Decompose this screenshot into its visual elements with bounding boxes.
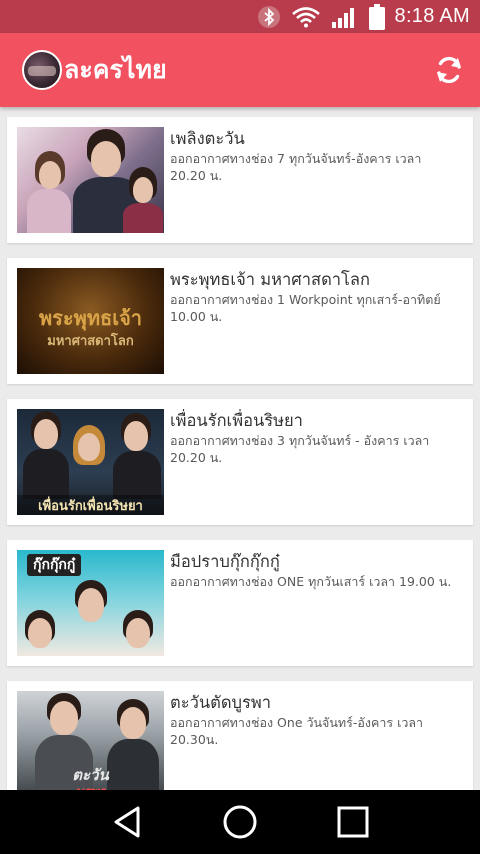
drama-card[interactable]: เพลิงตะวัน ออกอากาศทางช่อง 7 ทุกวันจันทร… — [7, 117, 473, 243]
refresh-button[interactable] — [432, 53, 466, 87]
drama-card[interactable]: พระพุทธเจ้า มหาศาสดาโลก พระพุทธเจ้า มหาศ… — [7, 258, 473, 384]
back-button[interactable] — [103, 798, 151, 846]
drama-thumbnail: ตะวัน บูรพา — [17, 691, 164, 790]
drama-thumbnail: พระพุทธเจ้า มหาศาสดาโลก — [17, 268, 164, 374]
refresh-icon — [437, 56, 461, 84]
thumbnail-title: กุ๊กกุ๊กกู๋ — [27, 554, 82, 576]
status-time: 8:18 AM — [394, 5, 470, 27]
signal-icon — [331, 5, 359, 29]
drama-thumbnail — [17, 127, 164, 233]
system-nav-bar — [0, 790, 480, 854]
home-button[interactable] — [216, 798, 264, 846]
drama-description: ออกอากาศทางช่อง 3 ทุกวันจันทร์ - อังคาร … — [170, 433, 430, 465]
drama-description: ออกอากาศทางช่อง ONE ทุกวันเสาร์ เวลา 19.… — [170, 574, 452, 589]
drama-title: เพลิงตะวัน — [170, 129, 245, 148]
app-logo — [22, 50, 62, 90]
drama-title: มือปราบกุ๊กกุ๊กกู๋ — [170, 552, 280, 571]
recents-button[interactable] — [329, 798, 377, 846]
drama-title: พระพุทธเจ้า มหาศาสดาโลก — [170, 270, 371, 289]
drama-title: ตะวันตัดบูรพา — [170, 693, 272, 712]
recents-icon — [337, 806, 369, 838]
thumbnail-title: เพื่อนรักเพื่อนริษยา — [17, 495, 164, 515]
bluetooth-icon — [257, 5, 281, 29]
app-bar: ละครไทย — [0, 33, 480, 107]
back-icon — [114, 806, 140, 838]
drama-description: ออกอากาศทางช่อง 1 Workpoint ทุกเสาร์-อาท… — [170, 292, 441, 324]
drama-list[interactable]: เพลิงตะวัน ออกอากาศทางช่อง 7 ทุกวันจันทร… — [0, 107, 480, 790]
drama-description: ออกอากาศทางช่อง 7 ทุกวันจันทร์-อังคาร เว… — [170, 151, 422, 183]
battery-icon — [368, 3, 385, 30]
drama-description: ออกอากาศทางช่อง One วันจันทร์-อังคาร เวล… — [170, 715, 424, 747]
thumbnail-subtitle: บูรพา — [17, 781, 164, 790]
app-title: ละครไทย — [64, 55, 167, 84]
home-icon — [223, 805, 257, 839]
thumbnail-subtitle: มหาศาสดาโลก — [47, 334, 134, 349]
drama-thumbnail: เพื่อนรักเพื่อนริษยา — [17, 409, 164, 515]
drama-title: เพื่อนรักเพื่อนริษยา — [170, 411, 303, 430]
drama-card[interactable]: เพื่อนรักเพื่อนริษยา เพื่อนรักเพื่อนริษย… — [7, 399, 473, 525]
drama-card[interactable]: กุ๊กกุ๊กกู๋ มือปราบกุ๊กกุ๊กกู๋ ออกอากาศท… — [7, 540, 473, 666]
status-bar: 8:18 AM — [0, 0, 480, 33]
drama-thumbnail: กุ๊กกุ๊กกู๋ — [17, 550, 164, 656]
wifi-icon — [291, 6, 321, 28]
drama-card[interactable]: ตะวัน บูรพา ตะวันตัดบูรพา ออกอากาศทางช่อ… — [7, 681, 473, 790]
